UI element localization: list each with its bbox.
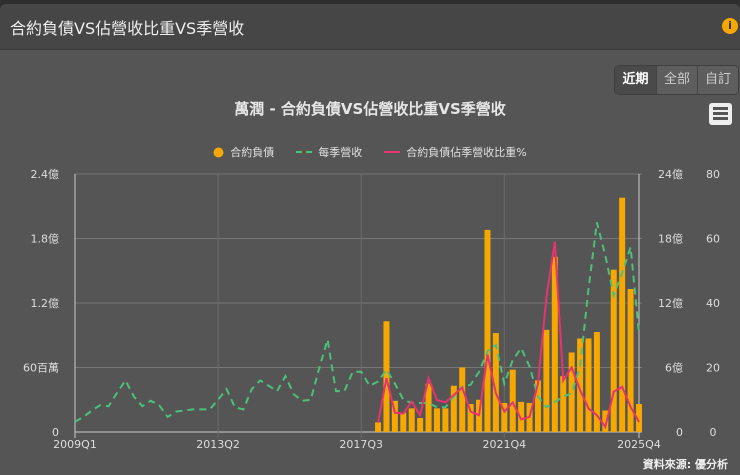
- y-right-tick-label: 18億: [658, 233, 683, 246]
- y-right-tick-label: 24億: [658, 168, 683, 181]
- y-left-tick-label: 1.2億: [31, 297, 60, 310]
- contract-liability-bar: [417, 418, 424, 432]
- contract-liability-bar: [400, 412, 407, 432]
- contract-liability-bar: [383, 321, 390, 432]
- x-tick-label: 2009Q1: [53, 438, 97, 451]
- y-right2-tick-label: 80: [706, 168, 720, 181]
- y-right2-tick-label: 60: [706, 233, 720, 246]
- y-left-tick-label: 60百萬: [23, 362, 59, 375]
- contract-liability-bar: [484, 229, 491, 432]
- x-tick-label: 2017Q3: [339, 438, 383, 451]
- contract-liability-bar: [433, 408, 440, 432]
- y-right2-tick-label: 40: [706, 297, 720, 310]
- chart-plot: 0 0 060百萬 6億 201.2億 12億 401.8億 18億 602.4億 24億 8020…: [23, 168, 720, 451]
- chart-panel: 合約負債VS佔營收比重VS季營收 i 近期 全部 自訂 萬潤 - 合約負債VS佔…: [0, 4, 740, 475]
- y-left-tick-label: 1.8億: [31, 233, 60, 246]
- y-right-tick-label: 0: [676, 426, 683, 439]
- x-tick-label: 2025Q4: [617, 438, 661, 451]
- contract-liability-bar: [459, 367, 466, 432]
- contract-liability-bar: [585, 338, 592, 432]
- contract-liability-bar: [375, 422, 382, 432]
- contract-liability-bar: [543, 329, 550, 432]
- y-left-tick-label: 2.4億: [31, 168, 60, 181]
- contract-liability-bar: [560, 376, 567, 432]
- contract-liability-bar: [509, 369, 516, 432]
- contract-liability-bar: [619, 197, 626, 432]
- y-right2-tick-label: 20: [706, 362, 720, 375]
- contract-liability-bar: [568, 352, 575, 432]
- y-right-tick-label: 12億: [658, 297, 683, 310]
- contract-liability-bar: [408, 408, 415, 432]
- data-source: 資料來源: 優分析: [642, 458, 728, 471]
- x-tick-label: 2013Q2: [196, 438, 240, 451]
- x-tick-label: 2021Q4: [482, 438, 526, 451]
- contract-liability-bar: [442, 408, 449, 432]
- y-right2-tick-label: 0: [710, 426, 717, 439]
- y-right-tick-label: 6億: [665, 362, 683, 375]
